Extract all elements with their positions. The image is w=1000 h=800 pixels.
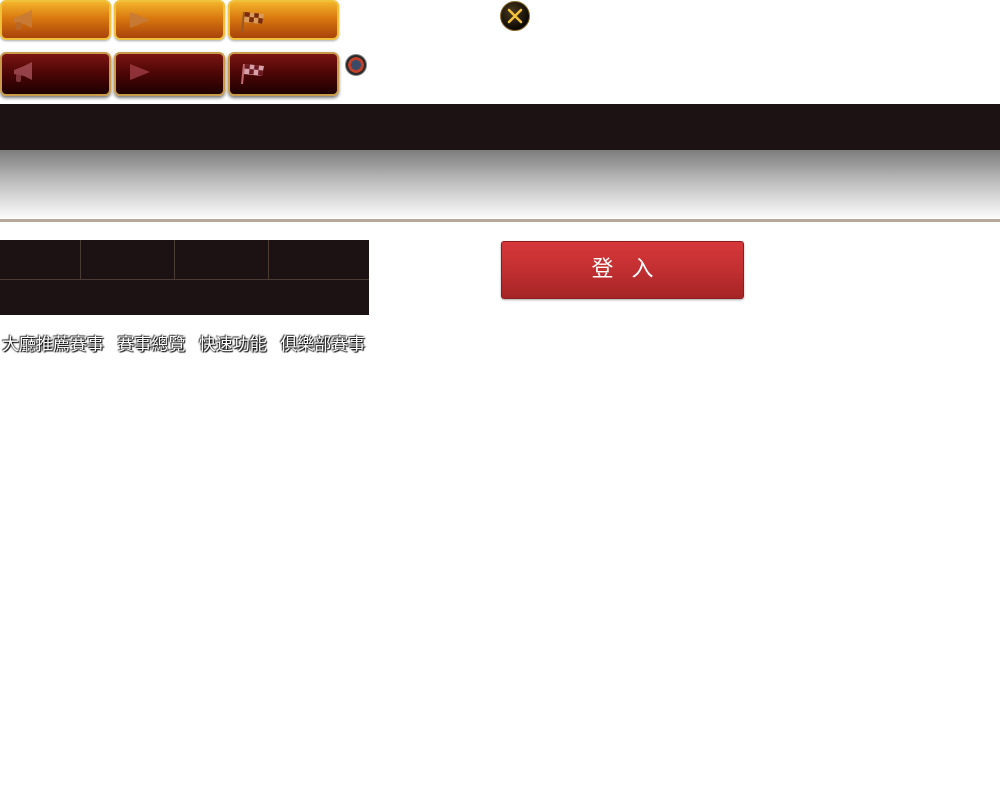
tab-grid (0, 240, 369, 315)
casino-chip-icon[interactable] (345, 54, 367, 76)
tab-grid-divider (174, 240, 175, 279)
nav-tabs: 大廳推薦賽事 賽事總覽 快速功能 俱樂部賽事 (2, 330, 373, 355)
tab-grid-divider (268, 240, 269, 279)
header-bar (0, 104, 1000, 150)
checkered-flag-icon (241, 63, 264, 85)
megaphone-icon (14, 10, 32, 30)
megaphone-button-gold[interactable] (0, 0, 111, 40)
tab-grid-divider (80, 240, 81, 279)
megaphone-button-dark[interactable] (0, 52, 111, 96)
flag-button-gold[interactable] (114, 0, 225, 40)
tab-lobby-recommended[interactable]: 大廳推薦賽事 (2, 335, 104, 355)
flag-icon (130, 64, 150, 80)
tab-grid-row (0, 240, 369, 280)
header-gradient-band (0, 150, 1000, 220)
checkered-flag-button-dark[interactable] (228, 52, 339, 96)
checkered-flag-icon (241, 11, 264, 33)
tab-quick-functions[interactable]: 快速功能 (199, 335, 267, 355)
tab-events-overview[interactable]: 賽事總覽 (117, 335, 185, 355)
flag-button-dark[interactable] (114, 52, 225, 96)
tab-club-events[interactable]: 俱樂部賽事 (280, 335, 365, 355)
flag-icon (130, 12, 150, 28)
login-button[interactable]: 登入 (501, 241, 744, 299)
megaphone-icon (14, 62, 32, 82)
close-icon (507, 8, 523, 24)
header-divider (0, 219, 1000, 222)
close-button[interactable] (500, 1, 530, 31)
checkered-flag-button-gold[interactable] (228, 0, 339, 40)
